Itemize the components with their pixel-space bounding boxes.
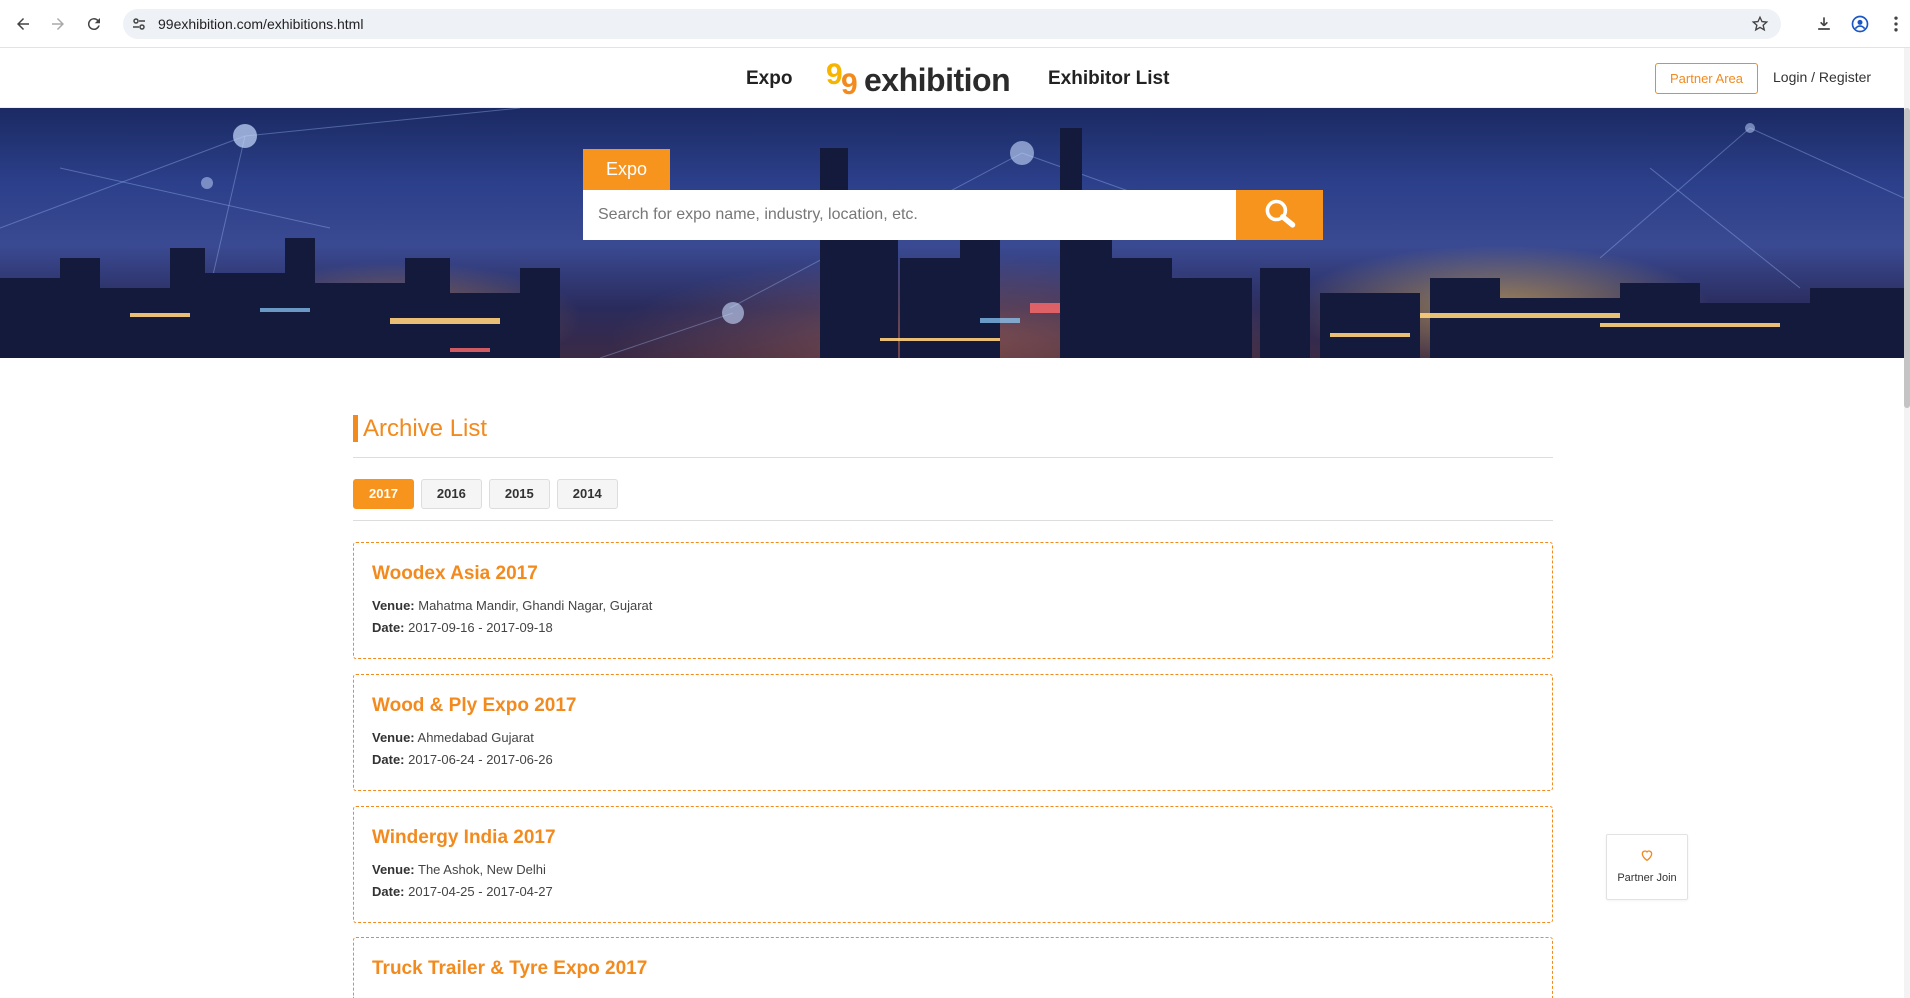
menu-dots-icon[interactable] — [1885, 13, 1907, 35]
reload-icon[interactable] — [82, 12, 106, 36]
nav-expo-link[interactable]: Expo — [746, 68, 792, 90]
expo-title-link[interactable]: Windergy India 2017 — [372, 827, 556, 849]
expo-title-link[interactable]: Woodex Asia 2017 — [372, 563, 538, 585]
logo-99-icon: 9 9 — [826, 58, 858, 98]
scrollbar-thumb[interactable] — [1904, 108, 1910, 408]
search-icon — [1265, 199, 1295, 228]
site-logo[interactable]: 9 9 exhibition — [826, 54, 1011, 98]
expo-title-link[interactable]: Wood & Ply Expo 2017 — [372, 695, 576, 717]
login-register-link[interactable]: Login / Register — [1773, 69, 1871, 85]
divider — [353, 457, 1553, 458]
year-tabs: 2017 2016 2015 2014 — [353, 479, 625, 509]
expo-card: Windergy India 2017 Venue: The Ashok, Ne… — [353, 806, 1553, 923]
logo-text: exhibition — [864, 62, 1011, 98]
expo-title-link[interactable]: Truck Trailer & Tyre Expo 2017 — [372, 958, 647, 980]
profile-icon[interactable] — [1849, 13, 1871, 35]
expo-venue: Venue: The Ashok, New Delhi — [372, 862, 546, 877]
expo-date: Date: 2017-09-16 - 2017-09-18 — [372, 620, 553, 635]
partner-join-button[interactable]: Partner Join — [1606, 834, 1688, 900]
browser-toolbar: 99exhibition.com/exhibitions.html — [0, 0, 1910, 48]
search-category-tab-expo[interactable]: Expo — [583, 149, 670, 190]
archive-list-title: Archive List — [353, 415, 487, 442]
divider — [353, 520, 1553, 521]
expo-venue: Venue: Mahatma Mandir, Ghandi Nagar, Guj… — [372, 598, 653, 613]
site-info-icon[interactable] — [131, 16, 147, 32]
address-bar[interactable]: 99exhibition.com/exhibitions.html — [123, 9, 1781, 39]
nav-exhibitor-list-link[interactable]: Exhibitor List — [1048, 68, 1169, 90]
expo-card: Truck Trailer & Tyre Expo 2017 — [353, 937, 1553, 998]
url-text[interactable]: 99exhibition.com/exhibitions.html — [158, 16, 363, 32]
page-scrollbar[interactable] — [1904, 48, 1910, 998]
expo-venue: Venue: Ahmedabad Gujarat — [372, 730, 534, 745]
expo-card: Wood & Ply Expo 2017 Venue: Ahmedabad Gu… — [353, 674, 1553, 791]
search-button[interactable] — [1236, 190, 1323, 240]
heart-icon — [1641, 850, 1653, 862]
partner-area-button[interactable]: Partner Area — [1655, 63, 1758, 94]
site-header: Expo 9 9 exhibition Exhibitor List Partn… — [0, 48, 1910, 108]
back-icon[interactable] — [11, 12, 35, 36]
expo-date: Date: 2017-06-24 - 2017-06-26 — [372, 752, 553, 767]
svg-text:9: 9 — [841, 68, 858, 98]
hero-banner: Expo — [0, 108, 1904, 358]
expo-card: Woodex Asia 2017 Venue: Mahatma Mandir, … — [353, 542, 1553, 659]
year-tab-2015[interactable]: 2015 — [488, 479, 550, 509]
download-icon[interactable] — [1813, 13, 1835, 35]
year-tab-2014[interactable]: 2014 — [556, 479, 618, 509]
year-tab-2016[interactable]: 2016 — [420, 479, 482, 509]
forward-icon[interactable] — [46, 12, 70, 36]
year-tab-2017[interactable]: 2017 — [353, 479, 414, 509]
search-input[interactable] — [583, 190, 1237, 240]
expo-date: Date: 2017-04-25 - 2017-04-27 — [372, 884, 553, 899]
partner-join-label: Partner Join — [1617, 872, 1677, 884]
bookmark-star-icon[interactable] — [1751, 15, 1769, 33]
